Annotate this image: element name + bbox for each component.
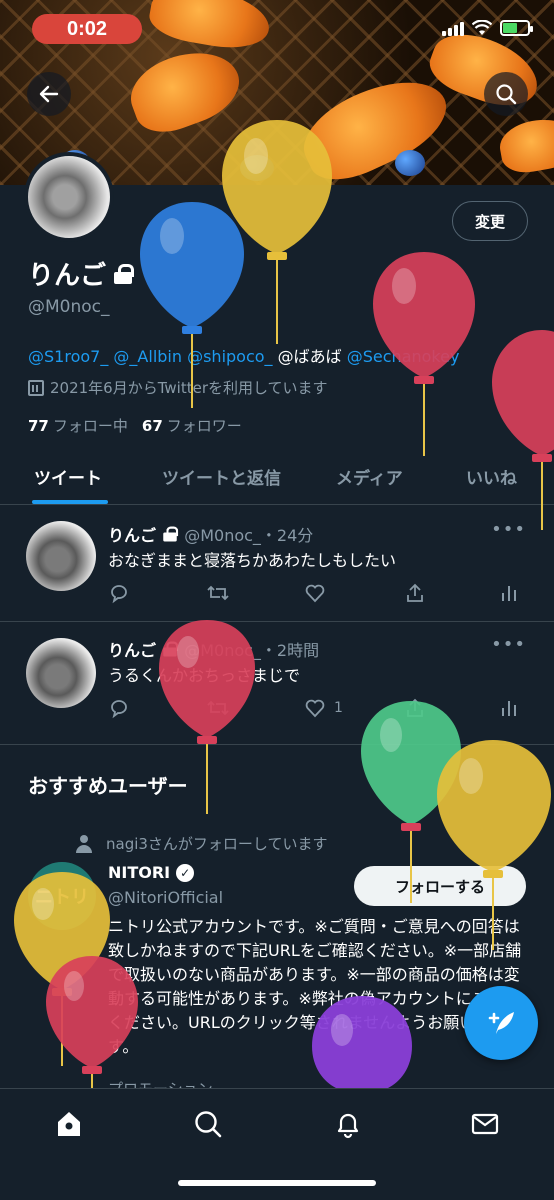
following-label: フォロー中 (52, 417, 128, 435)
balloon-decoration (222, 120, 332, 344)
battery-icon (500, 20, 533, 36)
profile-avatar[interactable] (24, 152, 114, 242)
followers-link[interactable]: 67 フォロワー (142, 415, 242, 436)
analytics-button[interactable] (498, 696, 520, 720)
messages-icon (471, 1113, 499, 1135)
back-arrow-icon (39, 85, 59, 103)
retweet-icon (207, 585, 229, 601)
profile-name-row: りんご (28, 255, 135, 292)
like-icon (305, 584, 325, 603)
followers-count: 67 (141, 417, 163, 435)
balloon-decoration (492, 330, 554, 530)
status-time: 0:02 (32, 14, 142, 44)
tweet-text: おなぎままと寝落ちかあわたしもしたい (108, 551, 397, 570)
like-count: 1 (334, 700, 343, 716)
share-button[interactable] (404, 581, 426, 605)
like-icon (305, 699, 325, 718)
person-icon (76, 834, 92, 853)
back-button[interactable] (27, 72, 71, 116)
home-icon (58, 1112, 80, 1136)
tweet-avatar[interactable] (26, 638, 96, 708)
tweet-header: りんご @M0noc_・24分 (108, 522, 313, 546)
reply-button[interactable] (108, 696, 130, 720)
analytics-icon (502, 586, 516, 601)
recommend-user-handle: @NitoriOfficial (108, 888, 224, 907)
tweet-author-name: りんご (108, 526, 157, 545)
nav-explore[interactable] (191, 1107, 225, 1141)
bio-text: @ばあば (277, 347, 342, 366)
balloon-decoration (312, 996, 412, 1088)
follow-stats: 77 フォロー中 67 フォロワー (28, 415, 242, 436)
verified-icon: ✓ (176, 863, 195, 882)
like-button[interactable]: 1 (304, 696, 343, 720)
active-tab-indicator (32, 500, 108, 504)
lock-icon (114, 263, 135, 284)
tweet-actions (108, 581, 528, 605)
tab-media[interactable]: メディア (336, 464, 403, 489)
wifi-icon (472, 20, 492, 35)
reply-icon (111, 585, 127, 604)
search-button[interactable] (484, 72, 528, 116)
nav-notifications[interactable] (331, 1107, 365, 1141)
following-link[interactable]: 77 フォロー中 (28, 415, 128, 436)
calendar-icon (28, 379, 44, 396)
reply-button[interactable] (108, 581, 130, 605)
tab-tweets-replies[interactable]: ツイートと返信 (162, 464, 281, 489)
explore-icon (195, 1111, 222, 1138)
analytics-icon (502, 701, 516, 716)
compose-tweet-button[interactable] (464, 986, 538, 1060)
bio-mention[interactable]: @S1roo7_ (28, 347, 108, 366)
home-indicator (178, 1180, 376, 1186)
followers-label: フォロワー (166, 417, 242, 435)
status-icons (442, 20, 533, 36)
cellular-signal-icon (442, 20, 464, 36)
following-count: 77 (28, 417, 49, 435)
like-button[interactable] (304, 581, 334, 605)
share-icon (407, 583, 423, 602)
lock-icon (163, 526, 179, 542)
social-context: nagi3さんがフォローしています (76, 833, 327, 854)
search-icon (496, 84, 517, 105)
tweet-item[interactable]: りんご @M0noc_・24分 ••• おなぎままと寝落ちかあわたしもしたい (0, 505, 554, 622)
tweet-author-name: りんご (108, 641, 157, 660)
tab-tweets[interactable]: ツイート (34, 464, 102, 489)
tweet-handle-time: @M0noc_・24分 (184, 526, 314, 545)
balloon-decoration (46, 956, 138, 1088)
analytics-button[interactable] (498, 581, 520, 605)
nav-home[interactable] (52, 1107, 86, 1141)
recommend-user-name-row[interactable]: NITORI ✓ (108, 863, 195, 882)
retweet-button[interactable] (206, 581, 230, 605)
reply-icon (111, 700, 127, 719)
balloon-decoration (159, 620, 255, 814)
nav-messages[interactable] (468, 1107, 502, 1141)
tweet-item[interactable]: りんご @M0noc_・2時間 ••• うるくんかおちっさまじで 1 (0, 622, 554, 745)
balloon-decoration (437, 740, 551, 950)
social-context-text: nagi3さんがフォローしています (106, 835, 328, 853)
balloon-decoration (373, 252, 475, 456)
compose-icon (488, 1012, 514, 1034)
profile-tabs: ツイート ツイートと返信 メディア いいね (0, 450, 554, 505)
recommend-user-name: NITORI (108, 863, 171, 882)
edit-profile-button[interactable]: 変更 (452, 201, 528, 241)
profile-handle: @M0noc_ (28, 297, 110, 317)
pebble-image (395, 150, 425, 176)
tweet-avatar[interactable] (26, 521, 96, 591)
profile-name: りんご (28, 261, 107, 291)
notifications-icon (337, 1113, 359, 1139)
tweet-more-menu[interactable]: ••• (491, 634, 526, 655)
